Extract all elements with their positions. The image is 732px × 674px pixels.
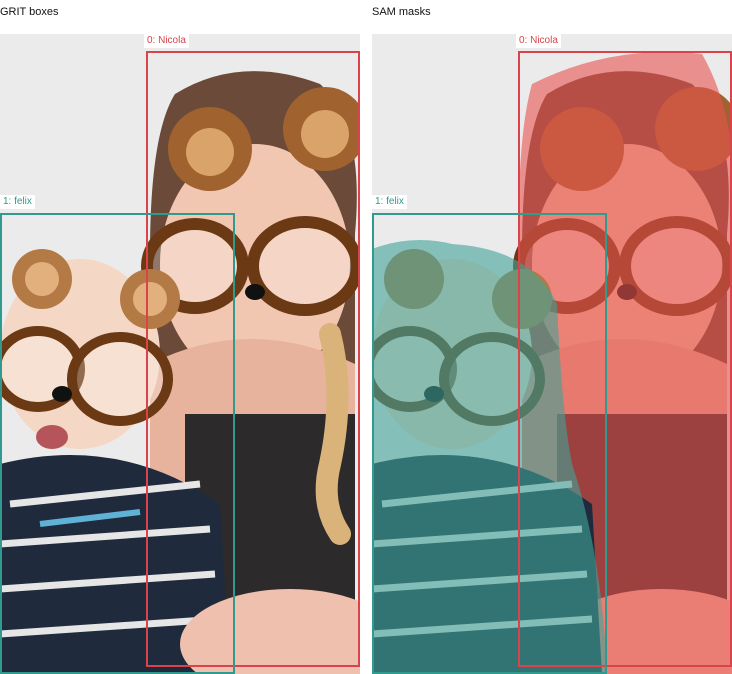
felix-bounding-box-sam <box>372 213 607 674</box>
grit-boxes-panel: 0: Nicola 1: felix <box>0 34 360 674</box>
sam-masks-panel: 0: Nicola 1: felix <box>372 34 732 674</box>
felix-box-label-sam: 1: felix <box>372 195 407 209</box>
nicola-box-label-sam: 0: Nicola <box>516 34 561 48</box>
felix-box-label: 1: felix <box>0 195 35 209</box>
panel-title-sam: SAM masks <box>372 6 431 18</box>
panel-title-grit: GRIT boxes <box>0 6 59 18</box>
felix-bounding-box <box>0 213 235 674</box>
nicola-box-label: 0: Nicola <box>144 34 189 48</box>
